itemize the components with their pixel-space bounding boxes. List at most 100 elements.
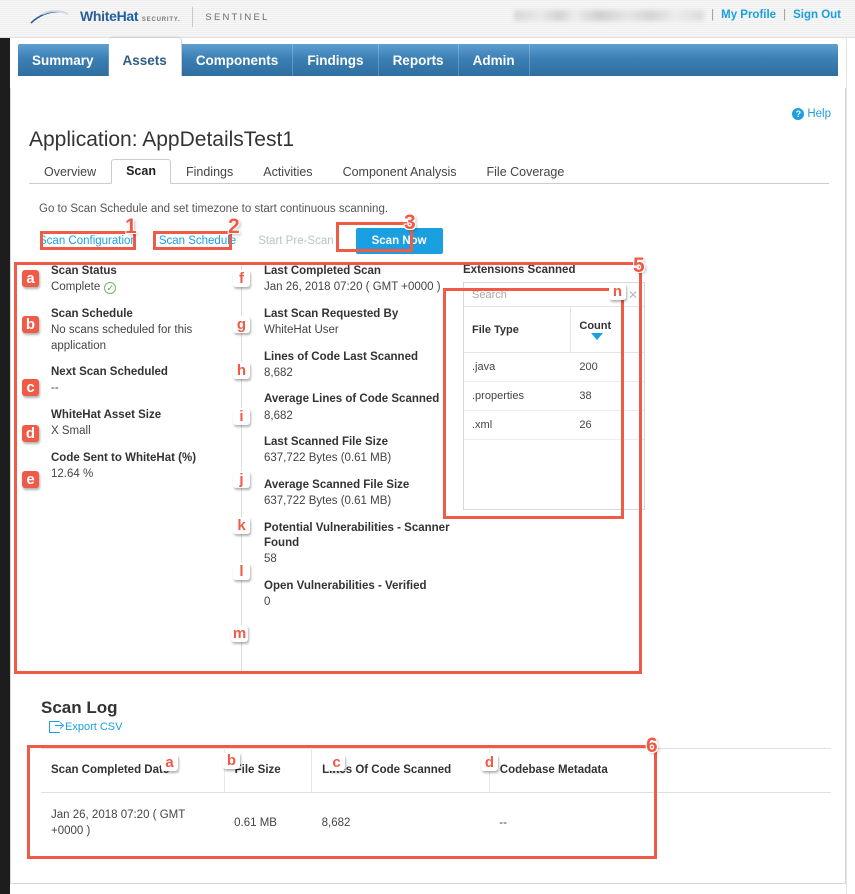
main-navigation: Summary Assets Components Findings Reports Ad… — [18, 38, 838, 76]
table-header-row: Scan Completed Date File Size Lines Of C… — [41, 747, 831, 794]
scan-configuration-link[interactable]: Scan Configuration — [39, 235, 137, 247]
detail-field: Last Scanned File Size 637,722 Bytes (0.6… — [264, 435, 453, 467]
detail-field-label: Next Scan Scheduled — [51, 366, 168, 379]
left-rail — [0, 38, 10, 894]
nav-item-findings[interactable]: Findings — [293, 44, 379, 76]
cell-file-type: .properties — [472, 390, 524, 402]
detail-field-label: Scan Schedule — [51, 307, 133, 320]
table-row[interactable]: Jan 26, 2018 07:20 ( GMT +0000 ) 0.61 MB 8… — [41, 793, 831, 854]
detail-field-value: 0 — [264, 595, 453, 611]
column-header-file-type[interactable]: File Type — [464, 307, 572, 352]
cell-file-type: .java — [472, 361, 496, 373]
nav-item-assets[interactable]: Assets — [108, 38, 182, 76]
logo-hat-text: Hat — [116, 8, 139, 24]
check-circle-icon: ✓ — [104, 282, 117, 295]
nav-item-summary[interactable]: Summary — [18, 44, 109, 76]
right-rail — [846, 38, 855, 894]
details-column-middle: Last Completed Scan Jan 26, 2018 07:20 ( … — [241, 264, 453, 674]
column-header-lines-of-code-scanned[interactable]: Lines Of Code Scanned — [311, 747, 490, 794]
export-csv-button[interactable]: Export CSV — [49, 721, 122, 733]
tab-component-analysis[interactable]: Component Analysis — [328, 160, 472, 184]
detail-field-value: Complete ✓ — [51, 280, 241, 296]
scan-actions: Scan Configuration Scan Schedule Start P… — [39, 228, 443, 254]
export-csv-label: Export CSV — [65, 721, 123, 733]
nav-item-reports[interactable]: Reports — [379, 44, 459, 76]
detail-field-value: WhiteHat User — [264, 323, 453, 339]
detail-field: WhiteHat Asset Size X Small — [51, 408, 241, 440]
column-header-count[interactable]: Count — [571, 307, 644, 352]
detail-field-value: 637,722 Bytes (0.61 MB) — [264, 494, 453, 510]
detail-field-label: Last Scan Requested By — [264, 307, 399, 320]
nav-item-components[interactable]: Components — [182, 44, 294, 76]
detail-field: Average Scanned File Size 637,722 Bytes (… — [264, 478, 453, 510]
application-scan-page: WhiteHat SECURITY. SENTINEL | My Profile… — [0, 0, 855, 894]
column-header-codebase-metadata[interactable]: Codebase Metadata — [489, 747, 831, 794]
tab-file-coverage[interactable]: File Coverage — [472, 160, 580, 184]
account-links: | My Profile | Sign Out — [514, 9, 841, 21]
table-row[interactable]: .xml 26 — [464, 411, 644, 440]
cell-codebase-metadata: -- — [499, 817, 507, 830]
table-row[interactable]: .properties 38 — [464, 382, 644, 411]
detail-field-value-text: Jan 26, 2018 07:20 ( GMT +0000 ) — [264, 281, 441, 294]
detail-field: Next Scan Scheduled -- — [51, 365, 241, 397]
cell-file-size: 0.61 MB — [234, 817, 277, 830]
detail-field-value-text: -- — [51, 382, 59, 395]
detail-field: Average Lines of Code Scanned 8,682 — [264, 392, 453, 424]
help-link[interactable]: ? Help — [792, 108, 831, 120]
details-column-left: Scan Status Complete ✓ Scan Schedule No scan… — [29, 264, 241, 674]
detail-field: Potential Vulnerabilities - Scanner Foun… — [264, 521, 453, 568]
detail-field-value: No scans scheduled for this application — [51, 323, 241, 354]
tab-overview[interactable]: Overview — [29, 160, 111, 184]
tab-scan[interactable]: Scan — [111, 159, 171, 184]
table-row[interactable]: .java 200 — [464, 353, 644, 382]
detail-field-label: Open Vulnerabilities - Verified — [264, 579, 427, 592]
cell-lines-of-code-scanned: 8,682 — [321, 817, 351, 830]
detail-field-label: Average Scanned File Size — [264, 478, 410, 491]
scan-schedule-link[interactable]: Scan Schedule — [159, 235, 236, 247]
export-icon — [49, 721, 62, 733]
cell-file-type: .xml — [472, 419, 493, 431]
detail-field-label: Scan Status — [51, 265, 117, 277]
detail-field-value-text: Complete — [51, 281, 101, 294]
separator-2: | — [783, 9, 787, 21]
scan-now-button[interactable]: Scan Now — [355, 228, 443, 254]
detail-field-value-text: No scans scheduled for this application — [51, 324, 193, 352]
user-account-redacted — [514, 9, 705, 21]
sign-out-link[interactable]: Sign Out — [793, 9, 841, 21]
sub-tabs: Overview Scan Findings Activities Component … — [29, 158, 829, 184]
details-column-right: Extensions Scanned ✕ File Type Count .ja… — [453, 264, 823, 674]
scan-log-title: Scan Log — [41, 698, 118, 718]
detail-field-value: 8,682 — [264, 409, 453, 425]
column-header-file-size[interactable]: File Size — [224, 747, 313, 794]
extensions-title: Extensions Scanned — [463, 264, 576, 276]
my-profile-link[interactable]: My Profile — [721, 9, 776, 21]
detail-field-value-text: 8,682 — [264, 409, 293, 422]
nav-underline — [18, 76, 838, 86]
detail-field: Scan Status Complete ✓ — [51, 264, 241, 296]
detail-field-value-text: 637,722 Bytes (0.61 MB) — [264, 452, 392, 465]
detail-field-value: 637,722 Bytes (0.61 MB) — [264, 451, 453, 467]
detail-field-label: Lines of Code Last Scanned — [264, 350, 418, 363]
detail-field: Last Completed Scan Jan 26, 2018 07:20 ( … — [264, 264, 453, 296]
logo-white-text: White — [80, 8, 117, 24]
detail-field-label: Last Completed Scan — [264, 265, 381, 277]
start-prescan-link: Start Pre-Scan — [258, 235, 334, 247]
extensions-table-header: File Type Count — [464, 307, 644, 353]
tab-activities[interactable]: Activities — [248, 160, 327, 184]
cell-scan-completed-date: Jan 26, 2018 07:20 ( GMT +0000 ) — [51, 809, 186, 838]
detail-field-label: Code Sent to WhiteHat (%) — [51, 451, 197, 464]
whitehat-logo[interactable]: WhiteHat SECURITY. SENTINEL — [30, 7, 269, 27]
logo-divider — [192, 7, 194, 27]
nav-item-admin[interactable]: Admin — [459, 44, 530, 76]
tab-findings[interactable]: Findings — [171, 160, 248, 184]
brand-header: WhiteHat SECURITY. SENTINEL | My Profile… — [0, 0, 855, 38]
cell-count: 200 — [579, 361, 598, 373]
swoosh-icon — [30, 7, 72, 27]
detail-field-value-text: X Small — [51, 425, 91, 438]
column-header-scan-completed-date[interactable]: Scan Completed Date — [41, 747, 225, 794]
detail-field-value: Jan 26, 2018 07:20 ( GMT +0000 ) — [264, 280, 453, 296]
extensions-search-input[interactable] — [470, 287, 624, 302]
detail-field-value-text: 58 — [264, 553, 277, 566]
detail-field-label: WhiteHat Asset Size — [51, 408, 162, 421]
close-icon[interactable]: ✕ — [624, 288, 638, 302]
